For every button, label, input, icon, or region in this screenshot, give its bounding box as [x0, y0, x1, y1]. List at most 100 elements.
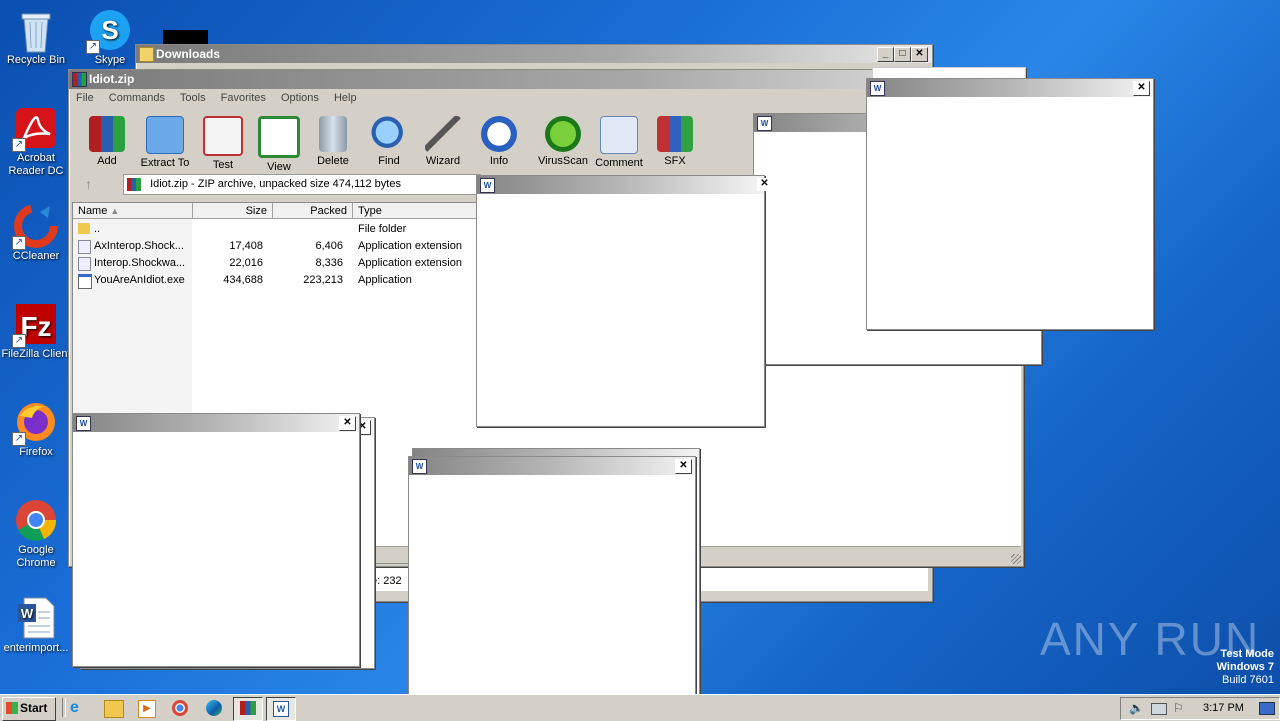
- menu-favorites[interactable]: Favorites: [221, 92, 266, 104]
- menu-bar: File Commands Tools Favorites Options He…: [76, 92, 369, 104]
- desktop-icon-firefox[interactable]: ↗ Firefox: [0, 400, 72, 459]
- chrome-icon: [14, 498, 58, 542]
- menu-options[interactable]: Options: [281, 92, 319, 104]
- virusscan-button[interactable]: VirusScan: [533, 116, 593, 167]
- desktop-icon-recycle-bin[interactable]: Recycle Bin: [0, 8, 72, 67]
- desktop-icon-filezilla[interactable]: Fz ↗ FileZilla Client: [0, 302, 72, 361]
- winrar-icon: [72, 72, 87, 87]
- svg-text:W: W: [21, 606, 34, 621]
- close-button[interactable]: ✕: [757, 178, 772, 191]
- popup-window[interactable]: W ✕: [866, 78, 1154, 330]
- clock[interactable]: 3:17 PM: [1203, 702, 1244, 714]
- popup-titlebar[interactable]: W ✕: [867, 79, 1153, 97]
- menu-help[interactable]: Help: [334, 92, 357, 104]
- view-button[interactable]: View: [249, 116, 309, 173]
- desktop-icon-label: Google Chrome: [16, 544, 56, 569]
- delete-button[interactable]: Delete: [303, 116, 363, 167]
- maximize-button[interactable]: □: [894, 47, 911, 62]
- recycle-bin-icon: [14, 8, 58, 53]
- up-arrow-icon[interactable]: ↑: [85, 176, 92, 192]
- wizard-button[interactable]: Wizard: [413, 116, 473, 167]
- word-icon: W: [480, 178, 495, 193]
- test-mode-text: Test Mode Windows 7 Build 7601: [1216, 648, 1274, 686]
- column-header-name[interactable]: Name ▲: [73, 203, 193, 219]
- desktop-icon-chrome[interactable]: Google Chrome: [0, 498, 72, 570]
- resize-grip-icon[interactable]: [1011, 554, 1021, 564]
- speaker-icon[interactable]: 🔈: [1129, 701, 1144, 715]
- edge-taskbar-icon[interactable]: [206, 700, 222, 716]
- dll-icon: [78, 240, 91, 254]
- minimize-button[interactable]: _: [877, 47, 894, 62]
- start-button[interactable]: Start: [2, 697, 56, 721]
- comment-button[interactable]: Comment: [589, 116, 649, 169]
- bug-icon: [545, 116, 581, 152]
- downloads-titlebar[interactable]: Downloads _ □ ✕: [136, 45, 932, 63]
- close-button[interactable]: ✕: [339, 416, 356, 431]
- column-header-type[interactable]: Type: [353, 203, 479, 219]
- flag-icon[interactable]: ⚐: [1173, 701, 1184, 715]
- test-button[interactable]: Test: [193, 116, 253, 171]
- desktop-icon-label: Recycle Bin: [6, 54, 66, 66]
- word-taskbar-button[interactable]: W: [266, 697, 296, 721]
- popup-window[interactable]: W ✕: [476, 175, 772, 427]
- popup-window[interactable]: W ✕: [408, 456, 696, 698]
- folder-extract-icon: [146, 116, 184, 154]
- ccleaner-icon: ↗: [12, 204, 58, 250]
- ie-taskbar-icon[interactable]: e: [70, 697, 90, 719]
- table-row[interactable]: AxInterop.Shock... 17,408 6,406 Applicat…: [73, 238, 473, 255]
- add-button[interactable]: Add: [77, 116, 137, 167]
- sfx-icon: [657, 116, 693, 152]
- path-text: Idiot.zip - ZIP archive, unpacked size 4…: [150, 178, 401, 190]
- table-row[interactable]: YouAreAnIdiot.exe 434,688 223,213 Applic…: [73, 272, 473, 289]
- close-button[interactable]: ✕: [1133, 81, 1150, 96]
- path-field[interactable]: Idiot.zip - ZIP archive, unpacked size 4…: [123, 174, 481, 195]
- column-header-packed[interactable]: Packed: [273, 203, 353, 219]
- menu-file[interactable]: File: [76, 92, 94, 104]
- shortcut-arrow-icon: ↗: [12, 432, 26, 446]
- table-row[interactable]: .. File folder: [73, 221, 473, 238]
- column-header-size[interactable]: Size: [193, 203, 273, 219]
- menu-tools[interactable]: Tools: [180, 92, 206, 104]
- popup-titlebar[interactable]: W ✕: [477, 176, 772, 194]
- skype-icon: S ↗: [86, 8, 132, 54]
- close-button[interactable]: ✕: [675, 459, 692, 474]
- show-desktop-icon[interactable]: [1259, 702, 1275, 715]
- winrar-taskbar-button[interactable]: [233, 697, 263, 721]
- media-player-taskbar-icon[interactable]: ▶: [138, 700, 156, 718]
- folder-icon: [139, 47, 154, 62]
- desktop-icon-word-doc[interactable]: W enterimport...: [0, 596, 72, 655]
- explorer-taskbar-icon[interactable]: [104, 700, 124, 718]
- svg-text:S: S: [101, 15, 118, 45]
- book-icon: [258, 116, 300, 158]
- toolbar: Add Extract To Test View Delete Find Wiz…: [77, 116, 727, 173]
- shortcut-arrow-icon: ↗: [12, 334, 26, 348]
- popup-window[interactable]: W ✕: [72, 413, 360, 667]
- popup-titlebar[interactable]: W ✕: [409, 457, 695, 475]
- trash-icon: [319, 116, 347, 152]
- close-button[interactable]: ✕: [911, 47, 928, 62]
- network-icon[interactable]: [1151, 703, 1167, 715]
- downloads-status-text: e: 232: [371, 575, 402, 587]
- info-icon: [481, 116, 517, 152]
- menu-commands[interactable]: Commands: [109, 92, 165, 104]
- sfx-button[interactable]: SFX: [645, 116, 705, 167]
- find-button[interactable]: Find: [359, 116, 419, 167]
- zip-icon: [127, 178, 141, 191]
- table-row[interactable]: Interop.Shockwa... 22,016 8,336 Applicat…: [73, 255, 473, 272]
- info-button[interactable]: Info: [469, 116, 529, 167]
- extract-to-button[interactable]: Extract To: [135, 116, 195, 169]
- popup-titlebar[interactable]: W ✕: [73, 414, 359, 432]
- windows-logo-icon: [6, 702, 18, 714]
- comment-icon: [600, 116, 638, 154]
- dll-icon: [78, 257, 91, 271]
- winrar-title: Idiot.zip: [89, 72, 135, 86]
- desktop-icon-ccleaner[interactable]: ↗ CCleaner: [0, 204, 72, 263]
- word-icon: W: [76, 416, 91, 431]
- word-document-icon: W: [14, 596, 58, 640]
- word-icon: W: [870, 81, 885, 96]
- sort-ascending-icon: ▲: [110, 206, 120, 216]
- chrome-taskbar-icon[interactable]: [172, 700, 188, 716]
- desktop-icon-acrobat[interactable]: ↗ Acrobat Reader DC: [0, 106, 72, 178]
- word-icon: W: [273, 701, 289, 717]
- desktop-icon-label: CCleaner: [12, 250, 60, 262]
